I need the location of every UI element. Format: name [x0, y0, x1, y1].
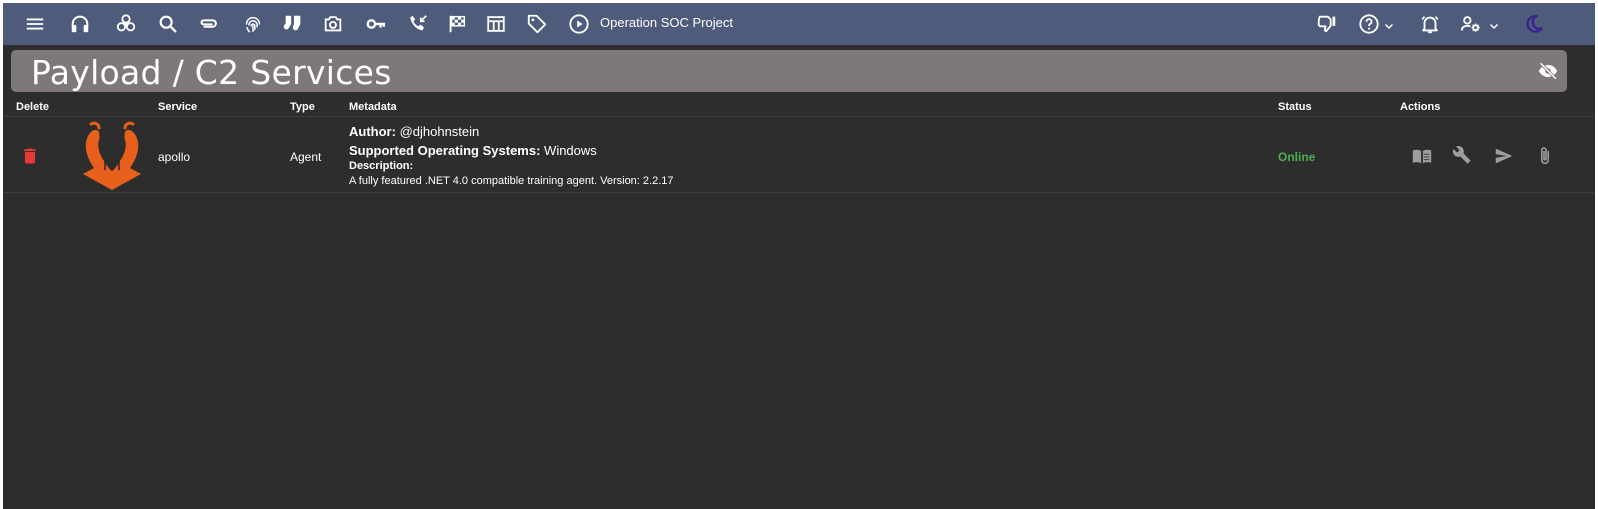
delete-icon[interactable] [20, 145, 40, 167]
wrench-icon[interactable] [1452, 145, 1474, 167]
send-icon[interactable] [1493, 145, 1515, 167]
os-value: Windows [544, 143, 597, 158]
app-window: Operation SOC Project Payload / C2 Servi… [3, 3, 1595, 509]
author-value: @djhohnstein [399, 124, 480, 139]
top-navbar: Operation SOC Project [3, 3, 1595, 45]
column-header-delete: Delete [16, 101, 50, 113]
project-name[interactable]: Operation SOC Project [600, 15, 733, 30]
column-header-status: Status [1278, 101, 1312, 113]
alarm-bell-icon[interactable] [1418, 12, 1442, 36]
tag-icon[interactable] [525, 12, 549, 36]
fingerprint-icon[interactable] [241, 12, 265, 36]
column-header-metadata: Metadata [349, 101, 397, 113]
column-header-service: Service [158, 101, 198, 113]
dark-mode-moon-icon[interactable] [1522, 12, 1546, 36]
description-label: Description: [349, 160, 414, 172]
eye-off-icon[interactable] [1537, 60, 1559, 82]
paperclip-icon[interactable] [197, 12, 221, 36]
status-badge: Online [1278, 150, 1316, 164]
help-icon[interactable] [1357, 12, 1381, 36]
checkered-flag-icon[interactable] [445, 12, 469, 36]
play-circle-icon[interactable] [567, 12, 591, 36]
search-icon[interactable] [156, 12, 180, 36]
column-header-type: Type [290, 101, 315, 113]
column-header-actions: Actions [1400, 101, 1441, 113]
metadata-os: Supported Operating Systems: Windows [349, 143, 597, 158]
service-name: apollo [158, 150, 191, 164]
user-dropdown-chevron-icon[interactable] [1489, 16, 1501, 30]
os-label: Supported Operating Systems: [349, 143, 541, 158]
key-icon[interactable] [364, 12, 388, 36]
apollo-lyre-logo [77, 120, 147, 192]
camera-icon[interactable] [321, 12, 345, 36]
headphones-icon[interactable] [68, 12, 92, 36]
menu-icon[interactable] [23, 12, 47, 36]
thumbs-down-icon[interactable] [1315, 12, 1339, 36]
metadata-author: Author: @djhohnstein [349, 124, 479, 139]
table-icon[interactable] [484, 12, 508, 36]
attachment-icon[interactable] [1534, 145, 1556, 167]
documentation-book-icon[interactable] [1411, 145, 1433, 167]
page-title-bar: Payload / C2 Services [11, 50, 1567, 92]
biohazard-icon[interactable] [114, 12, 138, 36]
phone-callback-icon[interactable] [406, 12, 430, 36]
service-type: Agent [290, 150, 322, 164]
header-divider [3, 116, 1595, 117]
socks-icon[interactable] [281, 12, 305, 36]
row-divider [3, 192, 1595, 193]
page-title: Payload / C2 Services [31, 53, 392, 92]
description-text: A fully featured .NET 4.0 compatible tra… [349, 175, 674, 187]
author-label: Author: [349, 124, 396, 139]
help-dropdown-chevron-icon[interactable] [1384, 16, 1396, 30]
user-settings-icon[interactable] [1459, 12, 1483, 36]
